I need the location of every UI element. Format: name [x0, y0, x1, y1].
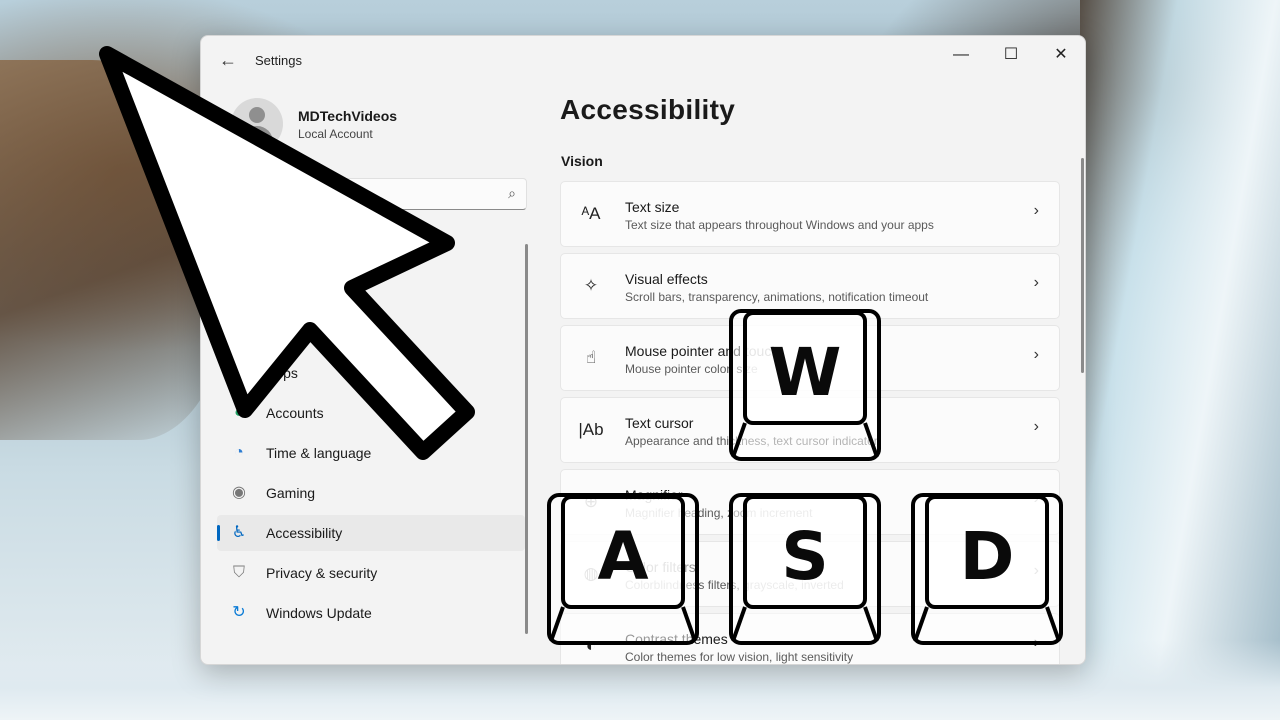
key-letter: D — [959, 518, 1015, 595]
sidebar-item-windows-update[interactable]: ↻ Windows Update — [217, 595, 525, 631]
key-d-icon: D — [909, 491, 1065, 647]
chevron-right-icon: › — [1033, 346, 1039, 363]
section-label: Vision — [561, 153, 603, 169]
mouse-pointer-icon: ☝ — [585, 348, 597, 367]
sidebar-item-shield[interactable]: ⛉ Privacy & security — [217, 555, 525, 591]
chevron-right-icon: › — [1033, 274, 1039, 291]
text-cursor-icon: |Ab — [578, 420, 604, 439]
sidebar-item-accessibility[interactable]: ♿ Accessibility — [217, 515, 525, 551]
chevron-right-icon: › — [1033, 418, 1039, 435]
card-description: Color themes for low vision, light sensi… — [625, 650, 854, 664]
search-icon: ⌕ — [508, 185, 516, 201]
visual-effects-icon: ✧ — [583, 276, 599, 295]
large-cursor-icon — [99, 46, 475, 460]
maximize-button[interactable]: ☐ — [991, 42, 1031, 68]
card-title: Text size — [625, 199, 680, 215]
key-letter: S — [781, 518, 829, 595]
page-title: Accessibility — [560, 94, 736, 125]
content-scrollbar[interactable] — [1081, 158, 1084, 373]
chevron-right-icon: › — [1033, 202, 1039, 219]
card-title: Text cursor — [625, 415, 694, 431]
sidebar-item-label: Accessibility — [266, 525, 343, 541]
card-description: Text size that appears throughout Window… — [625, 218, 934, 232]
text-size-icon: ᴬA — [581, 204, 601, 223]
minimize-button[interactable]: — — [941, 42, 981, 68]
close-button[interactable]: ✕ — [1041, 42, 1081, 68]
sidebar-scrollbar[interactable] — [525, 244, 528, 634]
key-letter: W — [768, 334, 842, 411]
key-s-icon: S — [727, 491, 883, 647]
sidebar-item-label: Privacy & security — [266, 565, 378, 581]
shield-icon: ⛉ — [232, 564, 245, 581]
sidebar-item-gamepad[interactable]: ◉ Gaming — [217, 475, 525, 511]
setting-card-text-size[interactable]: ᴬA Text size Text size that appears throug… — [560, 181, 1060, 247]
accessibility-icon: ♿ — [231, 524, 247, 541]
selected-indicator — [217, 525, 220, 541]
gamepad-icon: ◉ — [232, 484, 246, 501]
key-a-icon: A — [545, 491, 701, 647]
background-ice — [1080, 0, 1280, 720]
key-letter: A — [597, 518, 649, 595]
key-w-icon: W — [727, 307, 883, 463]
sidebar-item-label: Windows Update — [266, 605, 372, 621]
windows-update-icon: ↻ — [232, 604, 246, 621]
card-description: Scroll bars, transparency, animations, n… — [625, 290, 929, 304]
sidebar-item-label: Gaming — [266, 485, 316, 501]
card-title: Visual effects — [625, 271, 708, 287]
